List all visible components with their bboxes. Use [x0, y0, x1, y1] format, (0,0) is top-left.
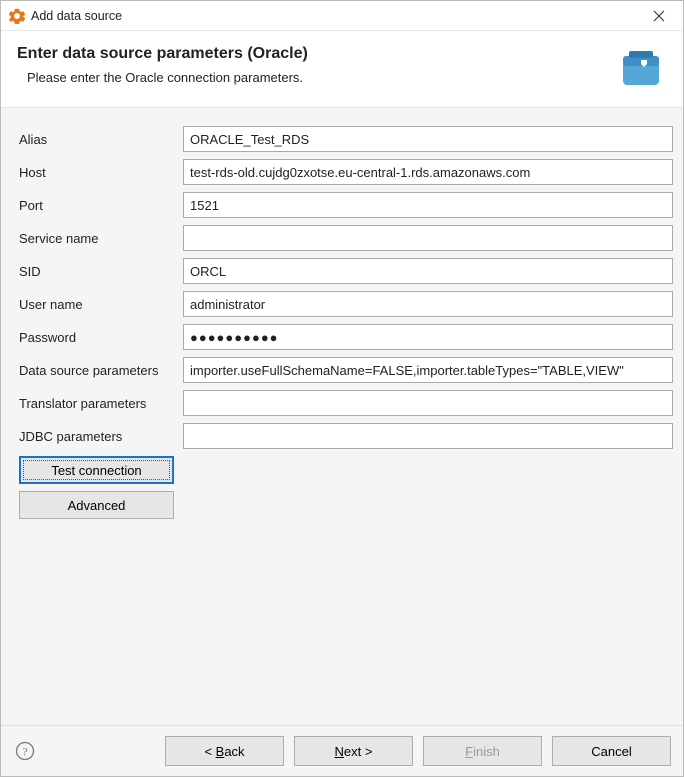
- service-name-input[interactable]: [183, 225, 673, 251]
- jdbc-params-input[interactable]: [183, 423, 673, 449]
- header: Enter data source parameters (Oracle) Pl…: [1, 31, 683, 108]
- ds-params-label: Data source parameters: [19, 363, 183, 378]
- alias-input[interactable]: [183, 126, 673, 152]
- data-source-icon: [617, 45, 665, 93]
- help-icon: ?: [15, 741, 35, 761]
- gear-icon: [9, 8, 25, 24]
- bottom-bar: ? < Back Next > Finish Cancel: [1, 725, 683, 776]
- form-area: Alias Host Port Service name SID User na…: [1, 108, 683, 725]
- back-button[interactable]: < Back: [165, 736, 284, 766]
- jdbc-params-label: JDBC parameters: [19, 429, 183, 444]
- translator-params-label: Translator parameters: [19, 396, 183, 411]
- help-button[interactable]: ?: [13, 739, 37, 763]
- service-name-label: Service name: [19, 231, 183, 246]
- host-input[interactable]: [183, 159, 673, 185]
- sid-input[interactable]: [183, 258, 673, 284]
- ds-params-input[interactable]: [183, 357, 673, 383]
- cancel-button[interactable]: Cancel: [552, 736, 671, 766]
- password-input[interactable]: [183, 324, 673, 350]
- username-input[interactable]: [183, 291, 673, 317]
- sid-label: SID: [19, 264, 183, 279]
- port-label: Port: [19, 198, 183, 213]
- password-label: Password: [19, 330, 183, 345]
- alias-label: Alias: [19, 132, 183, 147]
- host-label: Host: [19, 165, 183, 180]
- next-button[interactable]: Next >: [294, 736, 413, 766]
- advanced-button[interactable]: Advanced: [19, 491, 174, 519]
- page-title: Enter data source parameters (Oracle): [17, 45, 617, 63]
- username-label: User name: [19, 297, 183, 312]
- close-icon: [653, 10, 665, 22]
- svg-text:?: ?: [22, 745, 27, 759]
- page-description: Please enter the Oracle connection param…: [17, 70, 617, 85]
- test-connection-button[interactable]: Test connection: [19, 456, 174, 484]
- titlebar: Add data source: [1, 1, 683, 31]
- header-text: Enter data source parameters (Oracle) Pl…: [17, 45, 617, 93]
- finish-button[interactable]: Finish: [423, 736, 542, 766]
- titlebar-title: Add data source: [31, 9, 643, 23]
- dialog: Add data source Enter data source parame…: [0, 0, 684, 777]
- translator-params-input[interactable]: [183, 390, 673, 416]
- port-input[interactable]: [183, 192, 673, 218]
- close-button[interactable]: [643, 3, 675, 29]
